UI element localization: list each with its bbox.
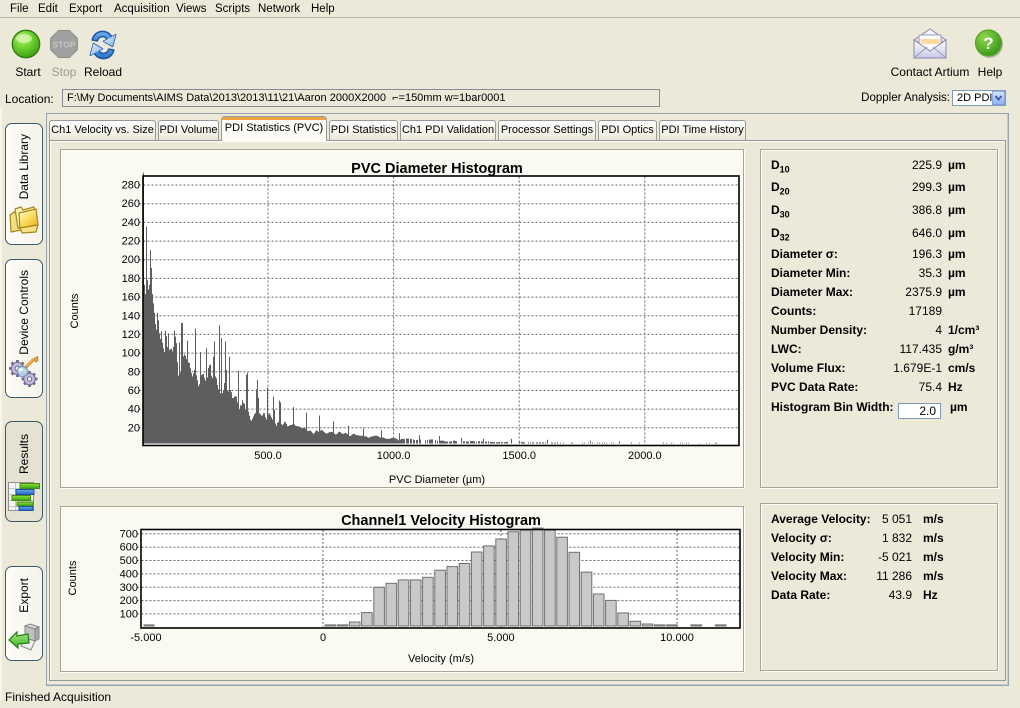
svg-text:2000.0: 2000.0: [628, 450, 662, 462]
svg-text:40: 40: [128, 404, 140, 416]
svg-text:1500.0: 1500.0: [502, 450, 536, 462]
svg-text:260: 260: [122, 198, 140, 210]
svg-text:100: 100: [120, 608, 138, 620]
svg-text:180: 180: [122, 273, 140, 285]
svg-text:280: 280: [122, 180, 140, 192]
svg-text:10.000: 10.000: [660, 632, 694, 644]
svg-text:200: 200: [120, 595, 138, 607]
svg-text:PVC Diameter Histogram: PVC Diameter Histogram: [351, 161, 523, 177]
svg-text:20: 20: [128, 422, 140, 434]
svg-text:0: 0: [320, 632, 326, 644]
svg-text:500.0: 500.0: [254, 450, 282, 462]
svg-text:Channel1 Velocity Histogram: Channel1 Velocity Histogram: [341, 513, 541, 529]
svg-text:500: 500: [120, 555, 138, 567]
svg-text:80: 80: [128, 366, 140, 378]
svg-text:600: 600: [120, 542, 138, 554]
svg-text:220: 220: [122, 236, 140, 248]
svg-text:140: 140: [122, 310, 140, 322]
svg-text:240: 240: [122, 217, 140, 229]
svg-text:Counts: Counts: [67, 560, 79, 595]
svg-text:-5.000: -5.000: [130, 632, 161, 644]
svg-text:PVC Diameter (µm): PVC Diameter (µm): [389, 474, 485, 486]
svg-text:200: 200: [122, 254, 140, 266]
svg-text:700: 700: [120, 528, 138, 540]
svg-text:Counts: Counts: [69, 293, 81, 328]
svg-text:120: 120: [122, 329, 140, 341]
svg-text:1000.0: 1000.0: [377, 450, 411, 462]
svg-text:60: 60: [128, 385, 140, 397]
svg-text:300: 300: [120, 582, 138, 594]
svg-text:400: 400: [120, 568, 138, 580]
svg-text:5.000: 5.000: [487, 632, 515, 644]
svg-text:100: 100: [122, 348, 140, 360]
svg-text:160: 160: [122, 292, 140, 304]
svg-text:Velocity (m/s): Velocity (m/s): [408, 653, 474, 665]
